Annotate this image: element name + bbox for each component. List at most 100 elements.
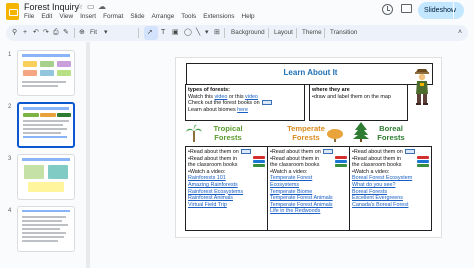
menu-edit[interactable]: Edit — [41, 13, 52, 20]
book-site-icon[interactable] — [240, 149, 251, 155]
video-link[interactable]: What do you see? — [352, 182, 429, 189]
zoom-select[interactable]: Fit — [90, 28, 97, 38]
video-link[interactable]: Canada's Boreal Forest — [352, 202, 429, 209]
thumb-graphic — [40, 61, 54, 67]
insert-image-icon[interactable]: ▣ — [172, 28, 179, 38]
toolbar-divider — [296, 28, 297, 38]
menu-slide[interactable]: Slide — [130, 13, 144, 20]
video-link-2[interactable]: video — [245, 94, 258, 100]
menu-tools[interactable]: Tools — [181, 13, 196, 20]
park-ranger-icon — [415, 69, 429, 105]
thumb-text-line — [22, 240, 58, 242]
thumb-text-line — [22, 216, 66, 218]
video-link-1[interactable]: video — [214, 94, 227, 100]
thumb-graphic — [23, 70, 37, 76]
video-link[interactable]: Temperate Forest Animals — [270, 195, 347, 202]
video-link[interactable]: Virtual Field Trip — [188, 202, 265, 209]
watch-video-text: •Watch a video: — [270, 168, 308, 175]
collapse-toolbar-icon[interactable]: ˄ — [458, 28, 462, 38]
biomes-text: Learn about biomes — [188, 106, 238, 113]
menu-insert[interactable]: Insert — [80, 13, 96, 20]
select-cursor-icon[interactable]: ➚ — [147, 28, 153, 38]
video-link[interactable]: Excellent Evergreens — [352, 195, 429, 202]
video-link[interactable]: Amazing Rainforests — [188, 182, 265, 189]
thumb-text-line — [23, 132, 61, 134]
where-heading: where they are — [312, 87, 350, 93]
theme-button[interactable]: Theme — [302, 28, 322, 38]
book-site-icon[interactable] — [322, 149, 333, 155]
book-site-icon[interactable] — [404, 149, 415, 155]
filmstrip-scrollbar[interactable] — [86, 42, 90, 268]
menu-format[interactable]: Format — [103, 13, 123, 20]
version-history-icon[interactable] — [382, 4, 393, 15]
slide-title: Learn About It — [283, 68, 338, 77]
paint-format-icon[interactable]: ✎ — [63, 28, 69, 38]
books-stack-icon — [253, 156, 265, 169]
slide-title-box[interactable]: Learn About It — [186, 63, 433, 85]
thumb-text-line — [22, 228, 60, 230]
toolbar-divider — [224, 28, 225, 38]
book-site-icon[interactable] — [261, 100, 272, 106]
print-icon[interactable]: ⎙ — [53, 28, 59, 38]
redo-icon[interactable]: ↷ — [43, 28, 49, 38]
line-dropdown-icon[interactable]: ▾ — [205, 28, 209, 38]
video-link[interactable]: Boreal Forests — [352, 189, 429, 196]
search-menus-icon[interactable]: ⚲ — [12, 28, 17, 38]
books-stack-icon — [417, 156, 429, 169]
menu-help[interactable]: Help — [241, 13, 254, 20]
watch-video-text: •Watch a video: — [188, 168, 226, 175]
video-link[interactable]: Temperate Biome — [270, 189, 347, 196]
thumb-title-bar — [22, 54, 70, 57]
toolbar-divider — [74, 28, 75, 38]
menu-view[interactable]: View — [59, 13, 73, 20]
background-button[interactable]: Background — [231, 28, 265, 38]
forest-types-box[interactable]: types of forests: Watch this video or th… — [185, 84, 305, 121]
slideshow-label: Slideshow — [424, 7, 456, 14]
slide-thumbnail-selected[interactable] — [17, 102, 75, 148]
cloud-status-icon[interactable]: ☁ — [98, 2, 106, 11]
comment-add-icon[interactable]: ⊞ — [214, 28, 220, 38]
video-link[interactable]: Rainforest Ecosystems — [188, 189, 265, 196]
video-link[interactable]: Life in the Redwoods — [270, 208, 347, 215]
thumb-graphic — [28, 182, 64, 192]
menu-file[interactable]: File — [24, 13, 34, 20]
watch-text: Watch this — [188, 93, 215, 100]
thumb-text-line — [22, 224, 68, 226]
zoom-icon[interactable]: ⊕ — [79, 28, 85, 38]
video-link[interactable]: Ecosystems — [270, 182, 347, 189]
undo-icon[interactable]: ↶ — [33, 28, 39, 38]
line-icon[interactable]: ╲ — [196, 28, 200, 38]
temperate-column: •Read about them on •Read about them in … — [268, 147, 350, 230]
comments-icon[interactable] — [401, 4, 412, 13]
thumb-graphic — [40, 70, 54, 76]
zoom-dropdown-icon[interactable]: ▾ — [104, 28, 108, 38]
biomes-here-link[interactable]: here — [237, 107, 248, 113]
video-link[interactable]: Rainforest Animals — [188, 195, 265, 202]
star-icon[interactable]: ☆ — [76, 2, 83, 11]
move-folder-icon[interactable]: ▭ — [87, 2, 95, 11]
slide-number: 4 — [8, 208, 12, 214]
video-link[interactable]: Temperate Forest Animals — [270, 202, 347, 209]
slideshow-button[interactable]: Slideshow — [418, 2, 464, 19]
layout-button[interactable]: Layout — [274, 28, 293, 38]
video-link[interactable]: Boreal Forest Ecosystem — [352, 175, 429, 182]
video-link[interactable]: Temperate Forest — [270, 175, 347, 182]
where-they-are-box[interactable]: where they are •draw and label them on t… — [309, 84, 408, 121]
slide-thumbnail[interactable] — [17, 206, 75, 252]
thumb-text-line — [22, 220, 62, 222]
thumb-text-line — [23, 124, 63, 126]
transition-button[interactable]: Transition — [330, 28, 357, 38]
shape-icon[interactable]: ◯ — [184, 28, 192, 38]
menu-arrange[interactable]: Arrange — [152, 13, 175, 20]
new-slide-icon[interactable]: + — [23, 28, 27, 38]
menu-bar: File Edit View Insert Format Slide Arran… — [24, 13, 255, 20]
slide-thumbnail[interactable] — [17, 154, 75, 200]
books-stack-icon — [335, 156, 347, 169]
video-link[interactable]: Rainforests 101 — [188, 175, 265, 182]
text-box-icon[interactable]: T — [161, 28, 165, 38]
slides-logo-icon[interactable] — [6, 3, 19, 20]
menu-extensions[interactable]: Extensions — [203, 13, 234, 20]
slide-thumbnail[interactable] — [17, 50, 75, 96]
document-title[interactable]: Forest Inquiry — [24, 2, 79, 12]
boreal-forests-heading: Boreal Forests — [377, 124, 405, 142]
